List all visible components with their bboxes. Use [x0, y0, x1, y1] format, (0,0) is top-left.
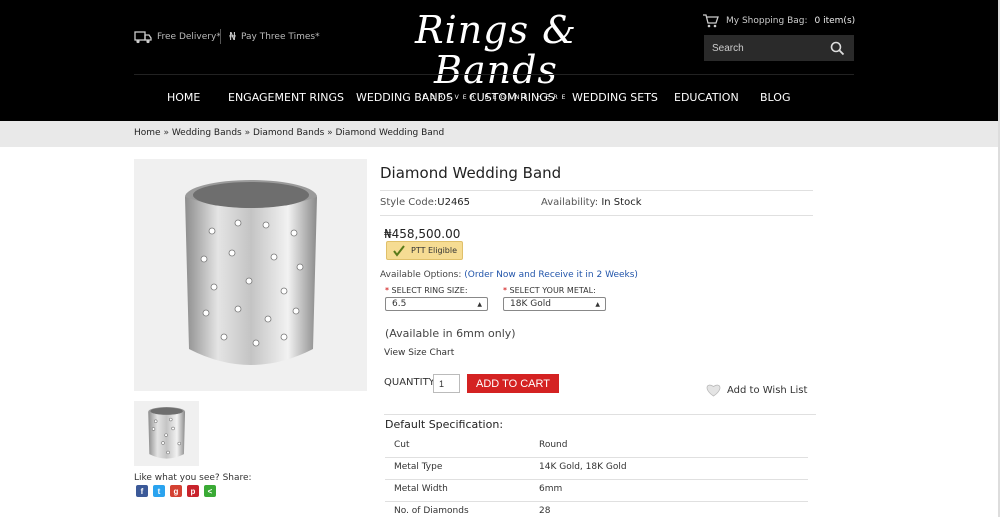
- options-label: Available Options:: [380, 270, 462, 280]
- naira-icon: ₦: [229, 30, 236, 43]
- google-plus-icon[interactable]: g: [170, 485, 182, 497]
- metal-value: 18K Gold: [510, 299, 551, 309]
- spec-key: Cut: [394, 440, 410, 450]
- available-options: Available Options: (Order Now and Receiv…: [380, 270, 638, 280]
- search-icon[interactable]: [830, 41, 845, 56]
- divider: [384, 414, 816, 415]
- availability-value: In Stock: [601, 197, 642, 208]
- spec-key: Metal Width: [394, 484, 448, 494]
- product-title: Diamond Wedding Band: [380, 164, 562, 182]
- availability: Availability: In Stock: [541, 197, 642, 208]
- nav-wedding-bands[interactable]: Wedding Bands: [356, 91, 453, 104]
- product-price: ₦458,500.00: [384, 227, 461, 241]
- pay-three-times-label: Pay Three Times*: [241, 31, 320, 42]
- search-box: [704, 35, 854, 61]
- pay-three-times-link[interactable]: ₦ Pay Three Times*: [229, 30, 320, 43]
- nav-wedding-sets[interactable]: Wedding Sets: [572, 91, 658, 104]
- style-code-value: U2465: [437, 197, 471, 208]
- availability-label: Availability:: [541, 197, 599, 208]
- share-label: Like what you see? Share:: [134, 473, 252, 483]
- heart-icon: [706, 384, 721, 397]
- product-thumbnail[interactable]: [134, 401, 199, 466]
- main-nav: Home Engagement Rings Wedding Bands Cust…: [0, 91, 998, 105]
- product-image[interactable]: [134, 159, 367, 391]
- wishlist-label: Add to Wish List: [727, 384, 808, 396]
- spec-row: Metal Width 6mm: [385, 479, 808, 501]
- pinterest-icon[interactable]: p: [187, 485, 199, 497]
- breadcrumb-diamond-bands[interactable]: Diamond Bands: [253, 128, 324, 138]
- spec-row: No. of Diamonds 28: [385, 501, 808, 517]
- ptt-label: PTT Eligible: [411, 246, 458, 255]
- share-icons: f t g p <: [136, 485, 216, 497]
- facebook-icon[interactable]: f: [136, 485, 148, 497]
- checkmark-icon: [393, 244, 405, 257]
- spec-value: 14K Gold, 18K Gold: [539, 462, 627, 472]
- nav-custom-rings[interactable]: Custom Rings: [469, 91, 555, 104]
- truck-icon: [134, 31, 152, 44]
- ring-size-value: 6.5: [392, 299, 407, 309]
- ring-size-label: * Select Ring Size:: [385, 286, 468, 295]
- select-arrows-icon: ▲: [477, 300, 482, 308]
- header-separator: [220, 29, 221, 44]
- spec-row: Metal Type 14K Gold, 18K Gold: [385, 457, 808, 479]
- breadcrumb-wedding-bands[interactable]: Wedding Bands: [172, 128, 242, 138]
- spec-key: No. of Diamonds: [394, 506, 469, 516]
- quantity-label: QUANTITY:: [384, 377, 437, 388]
- width-note: (Available in 6mm only): [385, 327, 516, 340]
- style-code: Style Code:U2465: [380, 197, 470, 208]
- divider: [380, 190, 813, 191]
- wishlist-link[interactable]: Add to Wish List: [705, 383, 807, 397]
- search-input[interactable]: [704, 42, 822, 54]
- site-logo[interactable]: Rings & Bands FOREVER BEGINS HERE: [370, 10, 622, 101]
- nav-education[interactable]: Education: [674, 91, 739, 104]
- options-note: (Order Now and Receive it in 2 Weeks): [464, 270, 638, 280]
- spec-row: Cut Round: [385, 435, 808, 457]
- quantity-input[interactable]: [433, 374, 460, 393]
- breadcrumb-home[interactable]: Home: [134, 128, 161, 138]
- spec-value: Round: [539, 440, 568, 450]
- spec-value: 6mm: [539, 484, 563, 494]
- select-arrows-icon: ▲: [595, 300, 600, 308]
- nav-engagement-rings[interactable]: Engagement Rings: [228, 91, 344, 104]
- cart-icon: [703, 14, 719, 28]
- spec-key: Metal Type: [394, 462, 443, 472]
- breadcrumb: Home » Wedding Bands » Diamond Bands » D…: [134, 128, 445, 138]
- cart-count: 0 item(s): [814, 16, 856, 26]
- shopping-bag[interactable]: My Shopping Bag: 0 item(s): [702, 14, 855, 28]
- free-delivery-label: Free Delivery*: [157, 32, 221, 42]
- spec-title: Default Specification:: [385, 418, 504, 431]
- ring-size-select[interactable]: 6.5 ▲: [385, 297, 488, 311]
- ptt-eligible-badge: PTT Eligible: [386, 241, 463, 260]
- cart-label: My Shopping Bag:: [726, 16, 808, 26]
- nav-blog[interactable]: Blog: [760, 91, 790, 104]
- divider: [380, 215, 813, 216]
- nav-home[interactable]: Home: [167, 91, 200, 104]
- metal-label: * Select Your Metal:: [503, 286, 596, 295]
- spec-value: 28: [539, 506, 551, 516]
- size-chart-link[interactable]: View Size Chart: [384, 348, 454, 358]
- logo-title: Rings & Bands: [415, 8, 577, 92]
- metal-select[interactable]: 18K Gold ▲: [503, 297, 606, 311]
- style-code-label: Style Code:: [380, 197, 438, 208]
- metal-label-text: Select Your Metal:: [509, 286, 596, 295]
- add-to-cart-button[interactable]: ADD TO CART: [467, 374, 559, 393]
- breadcrumb-current[interactable]: Diamond Wedding Band: [336, 128, 445, 138]
- free-delivery-link[interactable]: Free Delivery*: [134, 30, 221, 44]
- ring-size-label-text: Select Ring Size:: [391, 286, 468, 295]
- share-icon[interactable]: <: [204, 485, 216, 497]
- nav-divider: [134, 74, 854, 75]
- twitter-icon[interactable]: t: [153, 485, 165, 497]
